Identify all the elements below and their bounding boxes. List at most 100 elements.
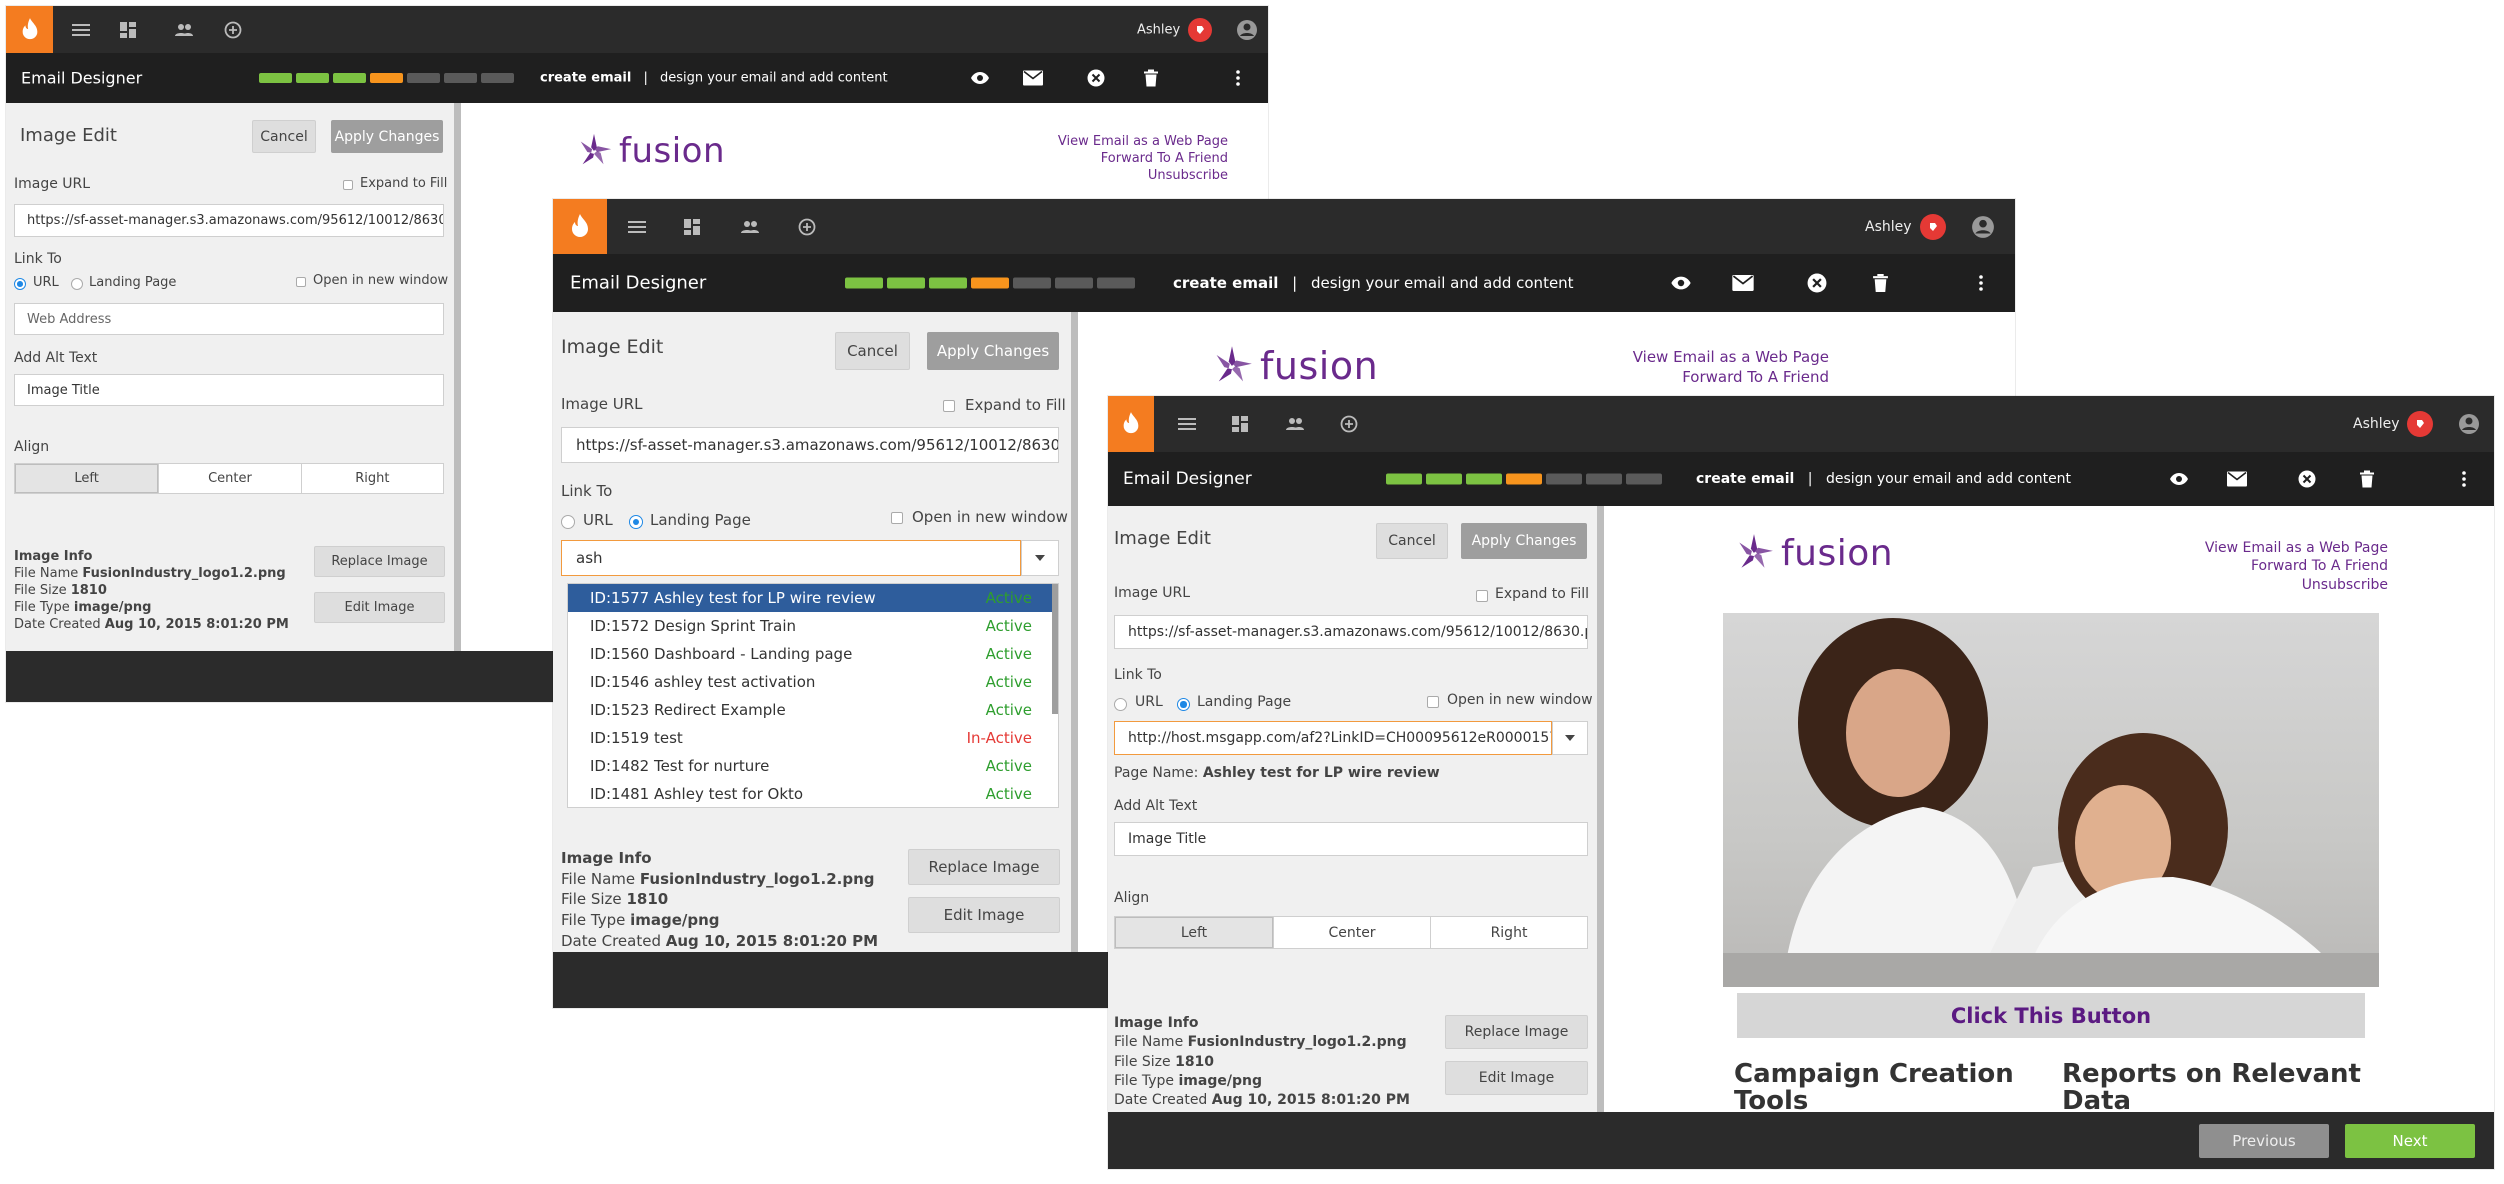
align-left-button[interactable]: Left xyxy=(15,464,159,493)
previous-button[interactable]: Previous xyxy=(2199,1124,2329,1158)
list-item[interactable]: ID:1482 Test for nurture Active xyxy=(568,752,1058,780)
align-center-button[interactable]: Center xyxy=(158,464,300,493)
mail-icon[interactable] xyxy=(1732,275,1754,291)
account-icon[interactable] xyxy=(2458,413,2480,435)
alt-text-input[interactable]: Image Title xyxy=(14,374,444,406)
url-radio[interactable] xyxy=(561,515,575,529)
replace-image-button[interactable]: Replace Image xyxy=(1445,1015,1588,1049)
expand-checkbox[interactable] xyxy=(943,400,955,412)
user-badge-icon[interactable] xyxy=(1920,213,1946,240)
align-left-button[interactable]: Left xyxy=(1115,917,1273,948)
results-scrollbar[interactable] xyxy=(1052,584,1058,714)
eye-icon[interactable] xyxy=(2169,472,2189,486)
edit-image-button[interactable]: Edit Image xyxy=(908,897,1060,933)
account-icon[interactable] xyxy=(1236,19,1258,41)
replace-image-button[interactable]: Replace Image xyxy=(908,849,1060,885)
align-center-button[interactable]: Center xyxy=(1273,917,1430,948)
contacts-icon[interactable] xyxy=(740,220,760,234)
url-radio[interactable] xyxy=(14,278,26,290)
list-item[interactable]: ID:1572 Design Sprint Train Active xyxy=(568,612,1058,640)
forward-friend-link[interactable]: Forward To A Friend xyxy=(1058,150,1228,167)
list-item[interactable]: ID:1519 test In-Active xyxy=(568,724,1058,752)
contacts-icon[interactable] xyxy=(1285,417,1305,431)
edit-image-button[interactable]: Edit Image xyxy=(1445,1061,1588,1095)
app-logo[interactable] xyxy=(553,199,607,254)
expand-checkbox[interactable] xyxy=(343,180,353,190)
list-item[interactable]: ID:1523 Redirect Example Active xyxy=(568,696,1058,724)
image-url-input[interactable]: https://sf-asset-manager.s3.amazonaws.co… xyxy=(561,427,1059,463)
add-circle-icon[interactable] xyxy=(1340,415,1358,433)
dashboard-icon[interactable] xyxy=(120,21,136,38)
contacts-icon[interactable] xyxy=(174,23,194,37)
list-item[interactable]: ID:1546 ashley test activation Active xyxy=(568,668,1058,696)
menu-icon[interactable] xyxy=(72,23,90,37)
mail-icon[interactable] xyxy=(1023,70,1043,86)
click-this-button[interactable]: Click This Button xyxy=(1737,993,2365,1038)
view-web-page-link[interactable]: View Email as a Web Page xyxy=(2148,539,2388,557)
panel-scrollbar[interactable] xyxy=(1071,312,1078,952)
landing-page-dropdown-toggle[interactable] xyxy=(1552,721,1588,755)
image-url-input[interactable]: https://sf-asset-manager.s3.amazonaws.co… xyxy=(1114,615,1588,649)
user-badge-icon[interactable] xyxy=(2407,411,2433,437)
app-logo[interactable] xyxy=(1108,396,1154,452)
landing-page-radio[interactable] xyxy=(629,515,643,529)
new-window-checkbox[interactable] xyxy=(891,512,903,524)
more-vert-icon[interactable] xyxy=(2462,471,2466,487)
apply-changes-button[interactable]: Apply Changes xyxy=(1461,523,1587,559)
forward-friend-link[interactable]: Forward To A Friend xyxy=(1599,368,1829,388)
user-badge-icon[interactable] xyxy=(1188,17,1212,42)
add-circle-icon[interactable] xyxy=(224,21,242,39)
web-address-input[interactable]: Web Address xyxy=(14,303,444,335)
align-right-button[interactable]: Right xyxy=(300,464,443,493)
new-window-checkbox[interactable] xyxy=(1427,696,1439,708)
new-window-checkbox[interactable] xyxy=(296,277,306,287)
close-circle-icon[interactable] xyxy=(1087,69,1105,87)
eye-icon[interactable] xyxy=(970,71,990,85)
replace-image-button[interactable]: Replace Image xyxy=(314,546,445,577)
cancel-button[interactable]: Cancel xyxy=(1376,523,1448,559)
panel-scrollbar[interactable] xyxy=(1597,506,1604,1112)
align-right-button[interactable]: Right xyxy=(1430,917,1587,948)
account-icon[interactable] xyxy=(1971,215,1995,239)
dashboard-icon[interactable] xyxy=(684,218,700,235)
url-radio[interactable] xyxy=(1114,698,1127,711)
hero-image[interactable] xyxy=(1723,613,2379,987)
mail-icon[interactable] xyxy=(2227,471,2247,487)
trash-icon[interactable] xyxy=(1873,274,1888,292)
trash-icon[interactable] xyxy=(2360,470,2374,488)
more-vert-icon[interactable] xyxy=(1236,70,1240,86)
list-item[interactable]: ID:1577 Ashley test for LP wire review Ac… xyxy=(568,584,1058,612)
app-logo[interactable] xyxy=(6,6,53,53)
list-item[interactable]: ID:1560 Dashboard - Landing page Active xyxy=(568,640,1058,668)
more-vert-icon[interactable] xyxy=(1979,275,1983,291)
panel-scrollbar[interactable] xyxy=(454,103,461,651)
dashboard-icon[interactable] xyxy=(1232,416,1248,432)
landing-page-search-input[interactable]: ash xyxy=(561,540,1021,576)
landing-page-url-input[interactable]: http://host.msgapp.com/af2?LinkID=CH0009… xyxy=(1114,721,1552,755)
apply-changes-button[interactable]: Apply Changes xyxy=(331,120,443,153)
add-circle-icon[interactable] xyxy=(798,218,816,236)
landing-page-radio[interactable] xyxy=(1177,698,1190,711)
view-web-page-link[interactable]: View Email as a Web Page xyxy=(1058,133,1228,150)
alt-text-input[interactable]: Image Title xyxy=(1114,822,1588,856)
apply-changes-button[interactable]: Apply Changes xyxy=(927,332,1059,370)
forward-friend-link[interactable]: Forward To A Friend xyxy=(2148,557,2388,575)
close-circle-icon[interactable] xyxy=(1807,273,1827,293)
unsubscribe-link[interactable]: Unsubscribe xyxy=(1058,167,1228,184)
expand-checkbox[interactable] xyxy=(1476,590,1488,602)
landing-page-dropdown-toggle[interactable] xyxy=(1021,540,1059,576)
close-circle-icon[interactable] xyxy=(2298,470,2316,488)
cancel-button[interactable]: Cancel xyxy=(252,120,316,153)
trash-icon[interactable] xyxy=(1144,69,1158,87)
list-item[interactable]: ID:1481 Ashley test for Okto Active xyxy=(568,780,1058,807)
next-button[interactable]: Next xyxy=(2345,1124,2475,1158)
unsubscribe-link[interactable]: Unsubscribe xyxy=(2148,576,2388,594)
edit-image-button[interactable]: Edit Image xyxy=(314,592,445,623)
menu-icon[interactable] xyxy=(1178,417,1196,431)
menu-icon[interactable] xyxy=(628,220,646,234)
view-web-page-link[interactable]: View Email as a Web Page xyxy=(1599,348,1829,368)
cancel-button[interactable]: Cancel xyxy=(835,332,910,370)
eye-icon[interactable] xyxy=(1670,276,1692,291)
landing-page-radio[interactable] xyxy=(71,278,83,290)
image-url-input[interactable]: https://sf-asset-manager.s3.amazonaws.co… xyxy=(14,204,444,237)
